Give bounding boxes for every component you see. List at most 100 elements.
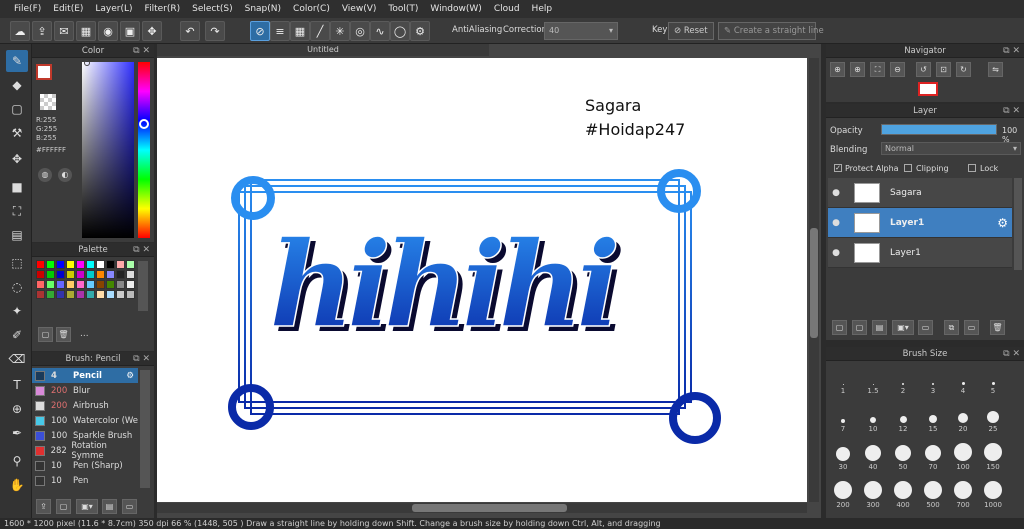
brush-scrollbar[interactable] (140, 370, 150, 488)
layer-item[interactable]: ● Layer1 ⚙ (828, 208, 1012, 238)
new-layer-2-icon[interactable]: ▢ (852, 320, 867, 335)
brush-item[interactable]: 100 Watercolor (We (32, 413, 138, 428)
canvas-vertical-scrollbar[interactable] (809, 58, 819, 502)
reset-view-icon[interactable]: ⊡ (936, 62, 951, 77)
navigator-preview[interactable] (918, 82, 938, 96)
zoom-in-2-icon[interactable]: ⊕ (850, 62, 865, 77)
menu-item[interactable]: Window(W) (424, 4, 487, 14)
move-icon[interactable]: ✥ (142, 21, 162, 41)
redo-icon[interactable]: ↷ (205, 21, 225, 41)
palette-swatch[interactable] (56, 270, 65, 279)
brush-tool-icon[interactable]: ✎ (6, 50, 28, 72)
brush-item[interactable]: 10 Pen (Sharp) (32, 458, 138, 473)
palette-swatch[interactable] (66, 290, 75, 299)
menu-item[interactable]: View(V) (336, 4, 383, 14)
new-layer-icon[interactable]: ▢ (832, 320, 847, 335)
camera-icon[interactable]: ◉ (98, 21, 118, 41)
palette-swatch[interactable] (46, 270, 55, 279)
palette-swatch[interactable] (56, 280, 65, 289)
chat-icon[interactable]: ✉ (54, 21, 74, 41)
transparent-swatch[interactable] (40, 94, 56, 110)
marquee-tool-icon[interactable]: ⬚ (6, 252, 28, 274)
rect-tool-icon[interactable]: ■ (6, 176, 28, 198)
palette-swatch[interactable] (116, 270, 125, 279)
menu-item[interactable]: Snap(N) (239, 4, 287, 14)
palette-swatch[interactable] (76, 290, 85, 299)
eraser-tool-icon[interactable]: ◆ (6, 74, 28, 96)
brush-item[interactable]: 10 Pen (32, 473, 138, 488)
select-eraser-tool-icon[interactable]: ⌫ (6, 348, 28, 370)
correction-select[interactable]: 40 ▾ (544, 22, 618, 40)
brush-size-option[interactable]: 3 (918, 365, 948, 395)
wand-tool-icon[interactable]: ✦ (6, 300, 28, 322)
brush-size-option[interactable]: 15 (918, 403, 948, 433)
brush-settings-icon[interactable]: ⚙ (126, 371, 134, 381)
foreground-color-swatch[interactable] (36, 64, 52, 80)
clipping-checkbox[interactable] (904, 164, 912, 172)
zoom-out-icon[interactable]: ⊖ (890, 62, 905, 77)
snap-settings-icon[interactable]: ⚙ (410, 21, 430, 41)
snap-ellipse-icon[interactable]: ◯ (390, 21, 410, 41)
brush-size-option[interactable]: 500 (918, 479, 948, 509)
brush-size-option[interactable]: 50 (888, 441, 918, 471)
palette-swatch[interactable] (116, 280, 125, 289)
menu-item[interactable]: File(F) (8, 4, 47, 14)
lock-checkbox[interactable] (968, 164, 976, 172)
brush-size-option[interactable]: 4 (948, 365, 978, 395)
new-brush-icon[interactable]: ▢ (56, 499, 71, 514)
snap-parallel-icon[interactable]: ≡ (270, 21, 290, 41)
brush-size-option[interactable]: 20 (948, 403, 978, 433)
brush-size-option[interactable]: 100 (948, 441, 978, 471)
palette-swatch[interactable] (106, 290, 115, 299)
menu-item[interactable]: Edit(E) (47, 4, 89, 14)
brush-size-option[interactable]: 12 (888, 403, 918, 433)
palette-swatch[interactable] (126, 290, 135, 299)
palette-swatch[interactable] (126, 270, 135, 279)
palette-swatch[interactable] (116, 260, 125, 269)
palette-swatches[interactable] (36, 260, 136, 304)
layer-visibility-icon[interactable]: ● (828, 248, 844, 258)
layer-folder-icon[interactable]: ▭ (918, 320, 933, 335)
sv-picker-handle[interactable] (84, 60, 90, 66)
palette-swatch[interactable] (126, 280, 135, 289)
brush-size-option[interactable]: 150 (978, 441, 1008, 471)
dropper-tool-icon[interactable]: ⚲ (6, 450, 28, 472)
palette-swatch[interactable] (86, 290, 95, 299)
select-pen-tool-icon[interactable]: ✐ (6, 324, 28, 346)
color-slider-icon[interactable]: ◐ (58, 168, 72, 182)
palette-swatch[interactable] (76, 280, 85, 289)
palette-swatch[interactable] (96, 280, 105, 289)
brush-document-icon[interactable]: ▤ (102, 499, 117, 514)
new-palette-icon[interactable]: ▢ (38, 327, 53, 342)
brush-size-option[interactable]: 7 (828, 403, 858, 433)
zoom-in-icon[interactable]: ⊕ (830, 62, 845, 77)
move-tool-icon[interactable]: ✥ (6, 148, 28, 170)
reset-button[interactable]: ⊘ Reset (668, 22, 714, 40)
brush-item[interactable]: 200 Blur (32, 383, 138, 398)
brush-size-option[interactable]: 5 (978, 365, 1008, 395)
layer-item[interactable]: ● Layer1 (828, 238, 1012, 268)
cloud-icon[interactable]: ☁ (10, 21, 30, 41)
layer-item[interactable]: ● Sagara (828, 178, 1012, 208)
brush-item[interactable]: 200 Airbrush (32, 398, 138, 413)
rotate-left-icon[interactable]: ↺ (916, 62, 931, 77)
palette-swatch[interactable] (36, 290, 45, 299)
brush-item[interactable]: 282 Rotation Symme (32, 441, 138, 461)
brush-size-option[interactable]: 1000 (978, 479, 1008, 509)
canvas-horizontal-scrollbar[interactable] (157, 503, 807, 513)
snap-circle-icon[interactable]: ◎ (350, 21, 370, 41)
brush-item[interactable]: 4 Pencil ⚙ (32, 368, 138, 383)
delete-palette-icon[interactable]: 🗑 (56, 327, 71, 342)
bucket-tool-icon[interactable]: ⛶ (6, 200, 28, 222)
palette-swatch[interactable] (36, 280, 45, 289)
horizontal-scroll-thumb[interactable] (412, 504, 567, 512)
magic-wand-tool-icon[interactable]: ⚒ (6, 122, 28, 144)
palette-swatch[interactable] (96, 270, 105, 279)
opacity-slider[interactable] (881, 124, 997, 135)
brush-size-option[interactable]: 25 (978, 403, 1008, 433)
brush-size-option[interactable]: 70 (918, 441, 948, 471)
palette-swatch[interactable] (106, 270, 115, 279)
saturation-value-picker[interactable] (82, 62, 134, 238)
brush-size-option[interactable]: 1.5 (858, 365, 888, 395)
operation-tool-icon[interactable]: ⊕ (6, 398, 28, 420)
